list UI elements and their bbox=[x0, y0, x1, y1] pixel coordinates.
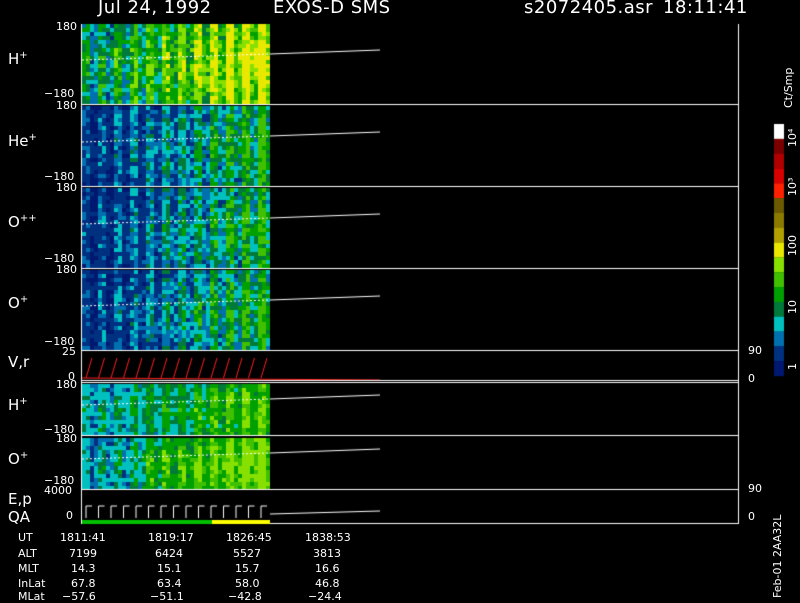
eph-mlat-3: −42.8 bbox=[228, 590, 262, 603]
panel-label-vr: V,r bbox=[8, 353, 30, 371]
header-date: Jul 24, 1992 bbox=[98, 0, 212, 18]
header-file: s2072405.asr bbox=[524, 0, 654, 18]
tick-p2-top: 180 bbox=[56, 99, 77, 112]
panel-label-o-plus: O+ bbox=[8, 294, 29, 312]
colorbar-label-100: 100 bbox=[786, 235, 799, 256]
tick-p4-top: 180 bbox=[56, 263, 77, 276]
panel-label-h-plus-2: H+ bbox=[8, 396, 28, 414]
eph-mlt-4: 16.6 bbox=[315, 562, 340, 575]
eph-mlat-4: −24.4 bbox=[308, 590, 342, 603]
eph-mlat-1: −57.6 bbox=[62, 590, 96, 603]
colorbar-label-1000: 10³ bbox=[786, 177, 799, 196]
rtick-vr-top: 90 bbox=[748, 344, 762, 357]
eph-ut-1: 1811:41 bbox=[60, 531, 106, 544]
spectrogram-canvas bbox=[0, 0, 800, 600]
eph-name-mlat: MLat bbox=[18, 590, 45, 603]
panel-label-o-plusplus: O++ bbox=[8, 213, 37, 231]
eph-alt-3: 5527 bbox=[233, 547, 261, 560]
rtick-ep-top: 90 bbox=[748, 482, 762, 495]
panel-label-qa: QA bbox=[8, 508, 31, 526]
tick-p3-top: 180 bbox=[56, 181, 77, 194]
header-time: 18:11:41 bbox=[663, 0, 748, 18]
tick-ep-top: 4000 bbox=[44, 484, 72, 497]
eph-inlat-2: 63.4 bbox=[157, 577, 182, 590]
eph-ut-3: 1826:45 bbox=[226, 531, 272, 544]
rtick-vr-bottom: 0 bbox=[748, 372, 755, 385]
tick-p7-top: 180 bbox=[56, 432, 77, 445]
eph-ut-4: 1838:53 bbox=[305, 531, 351, 544]
colorbar-label-10: 10 bbox=[786, 300, 799, 314]
tick-vr-top: 25 bbox=[62, 345, 76, 358]
eph-mlt-3: 15.7 bbox=[235, 562, 260, 575]
eph-name-mlt: MLT bbox=[18, 562, 39, 575]
eph-ut-2: 1819:17 bbox=[148, 531, 194, 544]
eph-inlat-4: 46.8 bbox=[315, 577, 340, 590]
header-instrument: EXOS-D SMS bbox=[273, 0, 391, 18]
tick-p6-top: 180 bbox=[56, 378, 77, 391]
panel-label-ep: E,p bbox=[8, 490, 32, 508]
panel-label-he-plus: He+ bbox=[8, 132, 37, 150]
panel-label-o-plus-2: O+ bbox=[8, 450, 29, 468]
file-stamp: Feb-01 2AA32L bbox=[771, 514, 784, 598]
eph-mlt-2: 15.1 bbox=[157, 562, 182, 575]
colorbar-label-1: 1 bbox=[786, 363, 799, 370]
tick-ep-bottom: 0 bbox=[66, 509, 73, 522]
rtick-ep-bottom: 0 bbox=[748, 510, 755, 523]
colorbar-label-10000: 10⁴ bbox=[786, 128, 799, 147]
eph-name-ut: UT bbox=[18, 531, 33, 544]
eph-inlat-1: 67.8 bbox=[71, 577, 96, 590]
eph-alt-4: 3813 bbox=[313, 547, 341, 560]
eph-mlt-1: 14.3 bbox=[71, 562, 96, 575]
eph-alt-2: 6424 bbox=[155, 547, 183, 560]
eph-alt-1: 7199 bbox=[69, 547, 97, 560]
eph-name-alt: ALT bbox=[18, 547, 37, 560]
eph-mlat-2: −51.1 bbox=[150, 590, 184, 603]
tick-p1-top: 180 bbox=[56, 20, 77, 33]
colorbar-unit: Ct/Smp bbox=[782, 67, 795, 108]
panel-label-h-plus: H+ bbox=[8, 50, 28, 68]
eph-name-inlat: InLat bbox=[18, 577, 46, 590]
eph-inlat-3: 58.0 bbox=[235, 577, 260, 590]
